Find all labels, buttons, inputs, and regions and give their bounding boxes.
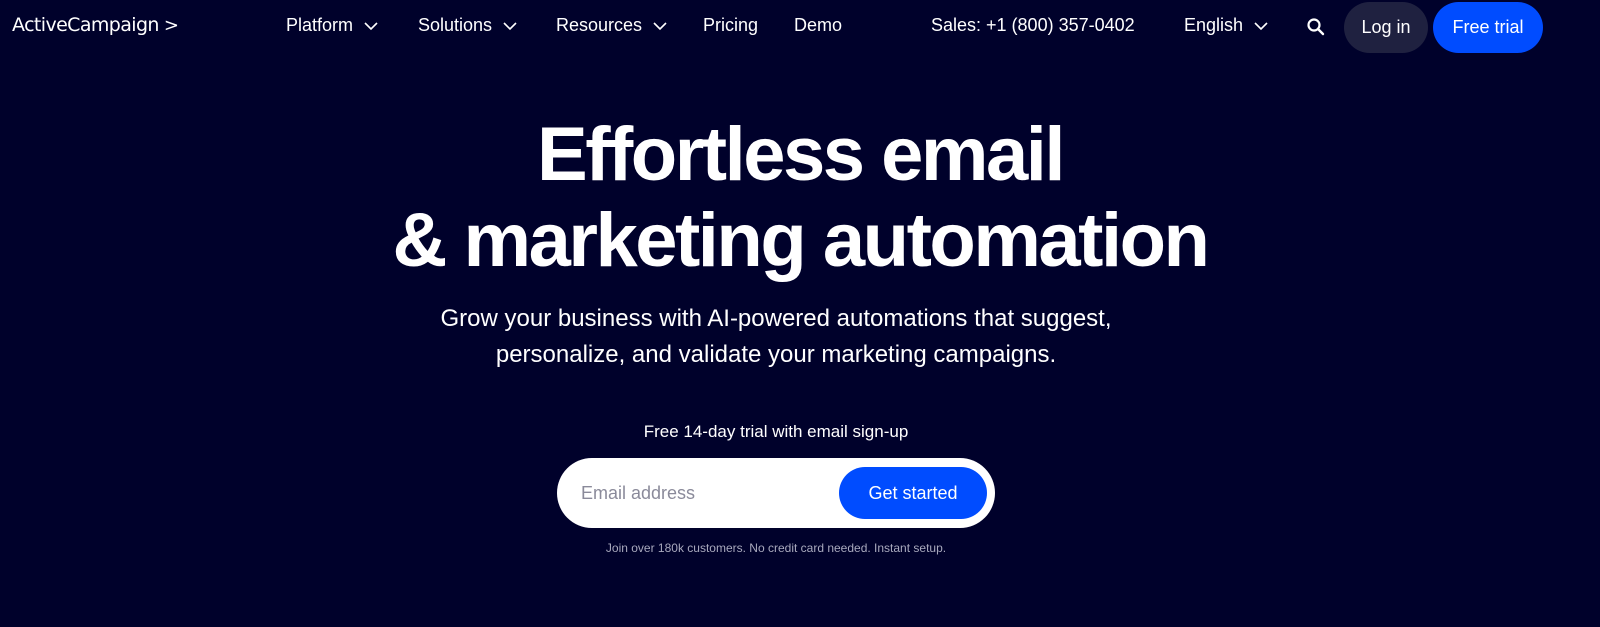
hero-subtitle: Grow your business with AI-powered autom… (0, 301, 1552, 373)
fineprint: Join over 180k customers. No credit card… (605, 541, 947, 555)
sales-phone-link[interactable]: Sales: +1 (800) 357-0402 (931, 15, 1135, 36)
trial-label: Free 14-day trial with email sign-up (643, 422, 909, 441)
chevron-right-icon: > (163, 14, 179, 36)
hero-title-line-1: Effortless email (537, 112, 1066, 197)
sales-phone: Sales: +1 (800) 357-0402 (931, 15, 1135, 35)
nav-item-label: Solutions (418, 15, 493, 35)
hero-title-line-2: & marketing automation (392, 198, 1210, 283)
hero-title: Effortless email & marketing automation (0, 112, 1600, 284)
hero-subtitle-line-1: Grow your business with AI-powered autom… (440, 305, 1112, 332)
nav-item-resources[interactable]: Resources (556, 15, 668, 36)
hero-subtitle-line-2: personalize, and validate your marketing… (495, 341, 1057, 368)
language-selector[interactable]: English (1184, 15, 1269, 36)
top-navigation: ActiveCampaign > Platform Solutions Reso… (0, 0, 1600, 54)
chevron-down-icon (1253, 18, 1269, 34)
chevron-down-icon (502, 18, 518, 34)
nav-item-platform[interactable]: Platform (286, 15, 379, 36)
nav-item-demo[interactable]: Demo (794, 15, 842, 36)
free-trial-button[interactable]: Free trial (1433, 2, 1543, 53)
chevron-down-icon (652, 18, 668, 34)
search-button[interactable] (1306, 17, 1326, 37)
search-icon (1306, 18, 1326, 41)
signup-form: Get started (557, 458, 995, 528)
language-label: English (1184, 15, 1244, 35)
nav-item-solutions[interactable]: Solutions (418, 15, 518, 36)
email-input[interactable] (581, 476, 831, 510)
get-started-button[interactable]: Get started (839, 467, 987, 519)
nav-item-label: Resources (556, 15, 643, 35)
logo-text: ActiveCampaign (12, 14, 159, 36)
nav-item-label: Platform (286, 15, 354, 35)
nav-item-label: Pricing (703, 15, 759, 35)
nav-item-label: Demo (794, 15, 843, 35)
chevron-down-icon (363, 18, 379, 34)
nav-item-pricing[interactable]: Pricing (703, 15, 758, 36)
login-button[interactable]: Log in (1344, 2, 1428, 53)
logo[interactable]: ActiveCampaign > (12, 14, 179, 36)
